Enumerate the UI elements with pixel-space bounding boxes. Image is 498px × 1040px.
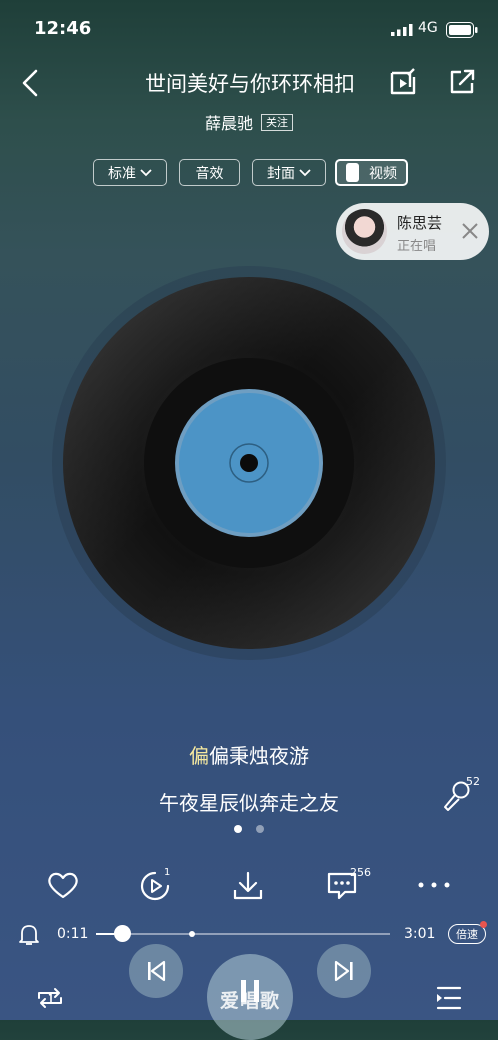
- heart-icon[interactable]: [46, 870, 80, 900]
- elapsed-time: 0:11: [57, 926, 89, 942]
- cover-selector[interactable]: 封面: [252, 159, 326, 186]
- progress-track[interactable]: [96, 933, 390, 935]
- video-toggle-button[interactable]: 视频: [335, 159, 408, 186]
- previous-icon: [148, 960, 166, 982]
- artist-row: 薛晨驰 关注: [0, 110, 498, 134]
- toggle-knob: [346, 163, 359, 182]
- chevron-down-icon: [299, 168, 311, 176]
- back-button[interactable]: [20, 68, 40, 98]
- lyric-current-text: 偏秉烛夜游: [209, 744, 309, 768]
- video-label: 视频: [369, 165, 397, 182]
- lyric-current-line: 偏偏秉烛夜游: [0, 740, 498, 769]
- signal-icon: [391, 24, 413, 36]
- playlist-icon[interactable]: [434, 985, 464, 1011]
- lyric-highlight: 偏: [189, 744, 209, 768]
- speed-label: 倍速: [456, 928, 478, 941]
- bell-icon[interactable]: [18, 923, 40, 947]
- effect-button[interactable]: 音效: [179, 159, 240, 186]
- artist-name[interactable]: 薛晨驰: [205, 110, 253, 134]
- download-icon[interactable]: [232, 870, 264, 902]
- battery-icon: [446, 22, 478, 38]
- share-icon[interactable]: [447, 67, 477, 97]
- quality-label: 标准: [108, 165, 136, 182]
- status-time: 12:46: [34, 18, 92, 39]
- avatar: [342, 209, 387, 254]
- total-duration: 3:01: [404, 926, 436, 942]
- close-icon[interactable]: [461, 222, 479, 240]
- video-count: 1: [164, 867, 171, 878]
- quality-selector[interactable]: 标准: [93, 159, 167, 186]
- previous-button[interactable]: [129, 944, 183, 998]
- lyric-next-line: 午夜星辰似奔走之友: [159, 791, 339, 815]
- mic-count: 52: [466, 775, 480, 788]
- comment-count: 256: [350, 866, 371, 879]
- notification-dot: [480, 921, 487, 928]
- more-icon[interactable]: [418, 882, 450, 888]
- singer-name: 陈思芸: [397, 214, 443, 232]
- follow-button[interactable]: 关注: [261, 113, 293, 131]
- watermark-text: 爱唱歌: [219, 990, 280, 1012]
- singer-status: 正在唱: [397, 239, 437, 254]
- next-button[interactable]: [317, 944, 371, 998]
- page-dot-active: [234, 825, 242, 833]
- chevron-down-icon: [140, 168, 152, 176]
- cover-label: 封面: [267, 165, 295, 182]
- page-dot: [256, 825, 264, 833]
- progress-knob[interactable]: [114, 925, 132, 942]
- singer-bubble[interactable]: 陈思芸 正在唱: [336, 203, 489, 260]
- repeat-icon[interactable]: [34, 984, 66, 1012]
- share-video-icon[interactable]: [388, 67, 418, 97]
- vinyl-record: [52, 266, 446, 660]
- song-title: 世间美好与你环环相扣: [145, 72, 355, 96]
- next-icon: [334, 960, 353, 982]
- network-label: 4G: [418, 20, 438, 36]
- effect-label: 音效: [195, 165, 224, 182]
- progress-marker: [189, 931, 195, 937]
